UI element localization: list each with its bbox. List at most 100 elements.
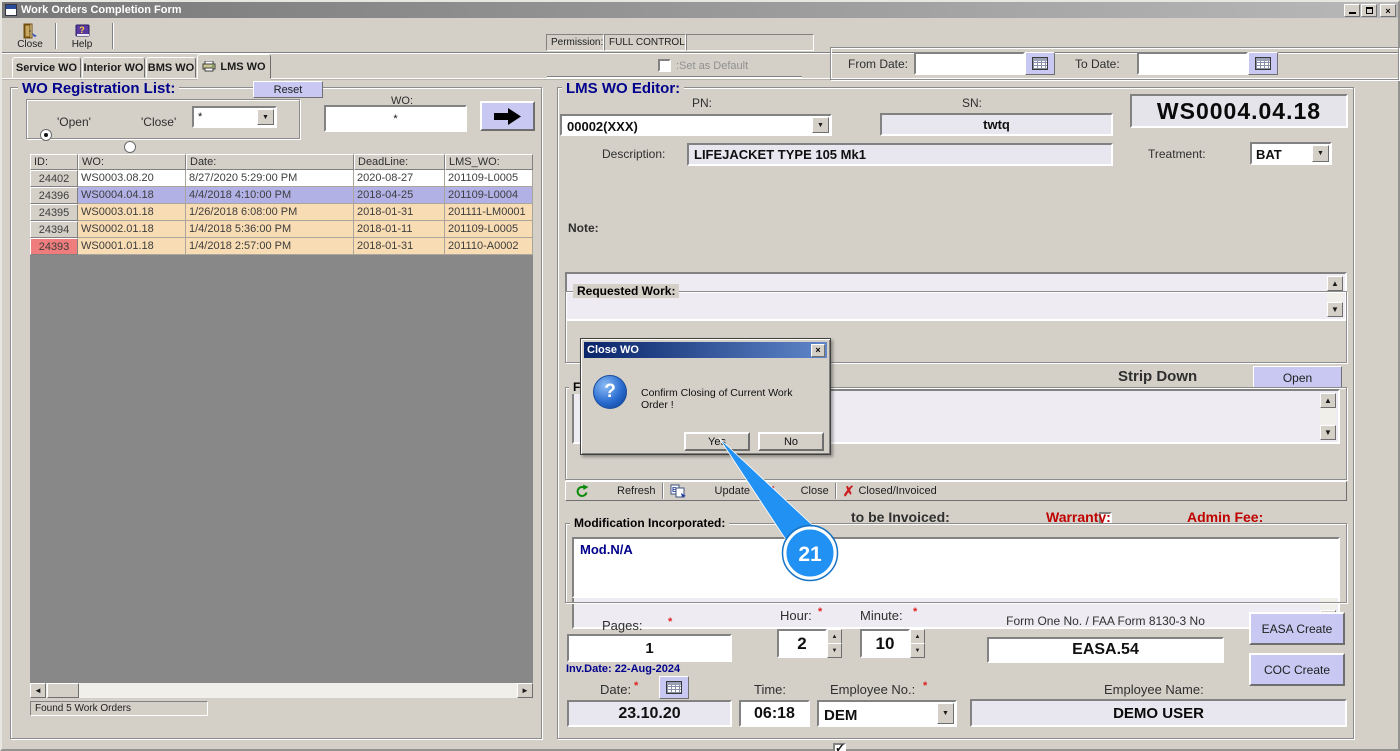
pn-label: PN: [692,96,712,110]
wo-filter-dropdown[interactable]: * ▼ [192,106,277,128]
tab-interior-wo[interactable]: Interior WO [82,57,145,78]
treatment-value: BAT [1256,147,1282,162]
cell-id: 24393 [30,238,78,255]
dialog-title-bar[interactable]: Close WO × [584,342,827,358]
col-header-lmswo[interactable]: LMS_WO: [445,154,533,170]
closed-invoiced-label: Closed/Invoiced [858,485,936,497]
easa-create-button[interactable]: EASA Create [1249,612,1345,645]
description-field[interactable]: LIFEJACKET TYPE 105 Mk1 [687,143,1113,166]
closed-invoiced-button[interactable]: ✗ Closed/Invoiced [843,484,937,498]
to-be-invoiced-checkbox[interactable]: ✓ [833,743,846,751]
close-wo-button[interactable]: ✓ Close [764,484,829,499]
yes-button[interactable]: Yes [684,432,750,451]
reset-button[interactable]: Reset [253,81,323,98]
table-row[interactable]: 24393WS0001.01.181/4/2018 2:57:00 PM2018… [30,238,533,255]
cell-id: 24395 [30,204,78,221]
restore-button[interactable] [1361,4,1377,17]
toolbar-separator-2 [112,23,114,49]
hour-required-mark: * [818,606,822,618]
search-go-button[interactable] [480,101,535,131]
date-calendar-button[interactable] [659,676,689,699]
cell-deadline: 2018-01-31 [354,204,445,221]
form-one-field[interactable]: EASA.54 [987,637,1224,663]
cell-deadline: 2018-01-11 [354,221,445,238]
arrow-left-icon: ◄ [34,687,42,695]
radio-close[interactable] [124,141,136,153]
refresh-button[interactable]: Refresh [574,484,656,498]
table-row[interactable]: 24395WS0003.01.181/26/2018 6:08:00 PM201… [30,204,533,221]
employee-no-dropdown[interactable]: DEM ▼ [817,700,957,727]
tab-service-wo[interactable]: Service WO [12,57,81,78]
wo-search-input[interactable]: * [324,105,467,132]
actions-toolbar: Refresh B Update ✓ Close ✗ Closed/Invoic… [565,481,1347,501]
set-default-checkbox [658,59,671,72]
dialog-close-button[interactable]: × [811,344,825,357]
cell-date: 1/4/2018 2:57:00 PM [186,238,354,255]
employee-no-label: Employee No.: [830,682,915,697]
col-header-deadline[interactable]: DeadLine: [354,154,445,170]
pn-dropdown[interactable]: 00002(XXX) ▼ [560,114,832,136]
minute-down-button[interactable]: ▼ [910,643,925,658]
table-row[interactable]: 24396WS0004.04.184/4/2018 4:10:00 PM2018… [30,187,533,204]
employee-no-dropdown-button[interactable]: ▼ [937,703,954,724]
close-icon: × [1385,6,1390,16]
treatment-dropdown[interactable]: BAT ▼ [1250,142,1332,165]
scroll-right-button[interactable]: ► [517,683,533,698]
to-date-input[interactable] [1137,52,1248,75]
to-date-calendar-button[interactable] [1248,52,1278,75]
minute-up-button[interactable]: ▲ [910,629,925,644]
col-header-wo[interactable]: WO: [78,154,186,170]
date-field[interactable]: 23.10.20 [567,700,732,727]
hscroll-thumb[interactable] [47,683,79,698]
treatment-label: Treatment: [1148,147,1206,161]
hour-label: Hour: [780,608,812,623]
close-icon: × [815,345,820,355]
update-button[interactable]: B Update [670,484,750,498]
reset-label: Reset [274,84,303,96]
coc-create-button[interactable]: COC Create [1249,653,1345,686]
table-row[interactable]: 24394WS0002.01.181/4/2018 5:36:00 PM2018… [30,221,533,238]
cell-date: 1/4/2018 5:36:00 PM [186,221,354,238]
treatment-dropdown-button[interactable]: ▼ [1312,145,1329,162]
col-header-id[interactable]: ID: [30,154,78,170]
tab-bms-wo[interactable]: BMS WO [146,57,196,78]
table-row[interactable]: 24402WS0003.08.208/27/2020 5:29:00 PM202… [30,170,533,187]
close-window-button[interactable]: × [1380,4,1396,17]
tab-bms-label: BMS WO [148,62,194,74]
strip-down-label: Strip Down [1118,368,1197,385]
close-form-button[interactable]: Close [8,21,52,50]
col-header-date[interactable]: Date: [186,154,354,170]
wo-filter-dropdown-button[interactable]: ▼ [257,109,274,125]
pages-field[interactable]: 1 [567,634,732,662]
sn-field[interactable]: twtq [880,113,1113,136]
pn-dropdown-button[interactable]: ▼ [812,117,829,133]
scroll-left-button[interactable]: ◄ [30,683,46,698]
radio-open[interactable] [40,129,52,141]
help-button[interactable]: ? Help [60,21,104,50]
cell-date: 8/27/2020 5:29:00 PM [186,170,354,187]
description-label: Description: [602,147,665,161]
from-date-input[interactable] [914,52,1025,75]
minimize-icon [1349,8,1356,14]
hour-down-button[interactable]: ▼ [827,643,842,658]
modification-textarea[interactable]: Mod.N/A [572,537,1340,598]
hour-field[interactable]: 2 [777,629,827,658]
scroll-up-button[interactable]: ▲ [1327,276,1343,291]
printer-icon [202,61,216,72]
minute-field[interactable]: 10 [860,629,910,658]
minimize-button[interactable] [1344,4,1360,17]
no-button[interactable]: No [758,432,824,451]
cell-wo: WS0003.08.20 [78,170,186,187]
coc-create-label: COC Create [1264,663,1330,677]
cell-wo: WS0004.04.18 [78,187,186,204]
hour-up-button[interactable]: ▲ [827,629,842,644]
tab-lms-wo[interactable]: LMS WO [197,54,271,79]
open-button[interactable]: Open [1253,366,1342,389]
from-date-calendar-button[interactable] [1025,52,1055,75]
radio-open-label: 'Open' [57,115,91,129]
cell-deadline: 2018-04-25 [354,187,445,204]
wo-table-hscrollbar[interactable]: ◄ ► [30,683,533,698]
actions-separator-2 [835,483,837,499]
close-wo-label: Close [801,485,829,497]
time-field[interactable]: 06:18 [739,700,810,727]
